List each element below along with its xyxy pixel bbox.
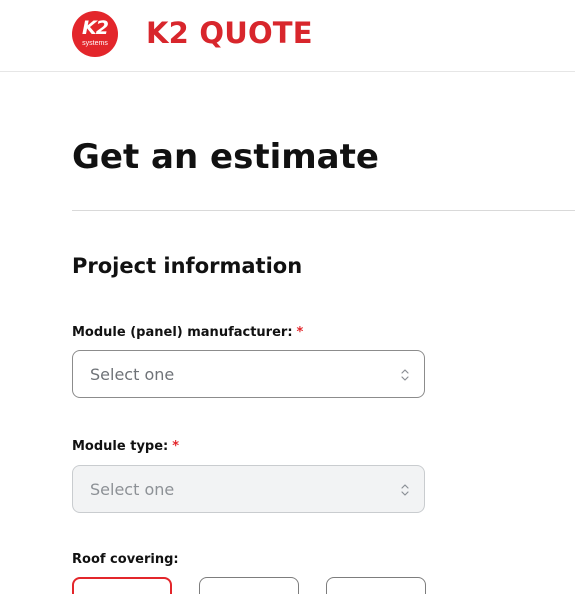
k2-logo-icon[interactable]: K2 systems bbox=[72, 11, 118, 57]
module-type-select-value: Select one bbox=[90, 480, 175, 499]
roof-covering-label: Roof covering: bbox=[72, 552, 179, 567]
roof-tile-icon bbox=[357, 588, 397, 594]
module-type-select[interactable]: Select one bbox=[72, 465, 425, 513]
divider bbox=[72, 210, 575, 211]
roof-covering-option-2[interactable] bbox=[199, 577, 299, 594]
manufacturer-label: Module (panel) manufacturer: * bbox=[72, 324, 303, 342]
page-title: Get an estimate bbox=[72, 137, 379, 177]
manufacturer-select-value: Select one bbox=[90, 365, 175, 384]
module-type-label: Module type: * bbox=[72, 438, 179, 456]
logo-text: K2 bbox=[82, 17, 109, 39]
required-asterisk: * bbox=[296, 325, 304, 340]
top-header: K2 systems K2 QUOTE bbox=[0, 0, 575, 72]
section-title: Project information bbox=[72, 254, 303, 278]
roof-tile-icon bbox=[104, 589, 144, 594]
required-asterisk: * bbox=[172, 439, 180, 454]
roof-covering-option-1[interactable] bbox=[72, 577, 172, 594]
roof-tile-icon bbox=[230, 588, 270, 594]
module-type-label-text: Module type: bbox=[72, 439, 169, 454]
logo-subtext: systems bbox=[82, 40, 108, 47]
page: K2 systems K2 QUOTE Get an estimate Proj… bbox=[0, 0, 575, 594]
manufacturer-select[interactable]: Select one bbox=[72, 350, 425, 398]
chevron-up-down-icon bbox=[401, 484, 409, 496]
chevron-up-down-icon bbox=[401, 369, 409, 381]
roof-covering-option-3[interactable] bbox=[326, 577, 426, 594]
brand-title[interactable]: K2 QUOTE bbox=[146, 15, 313, 51]
manufacturer-label-text: Module (panel) manufacturer: bbox=[72, 325, 293, 340]
